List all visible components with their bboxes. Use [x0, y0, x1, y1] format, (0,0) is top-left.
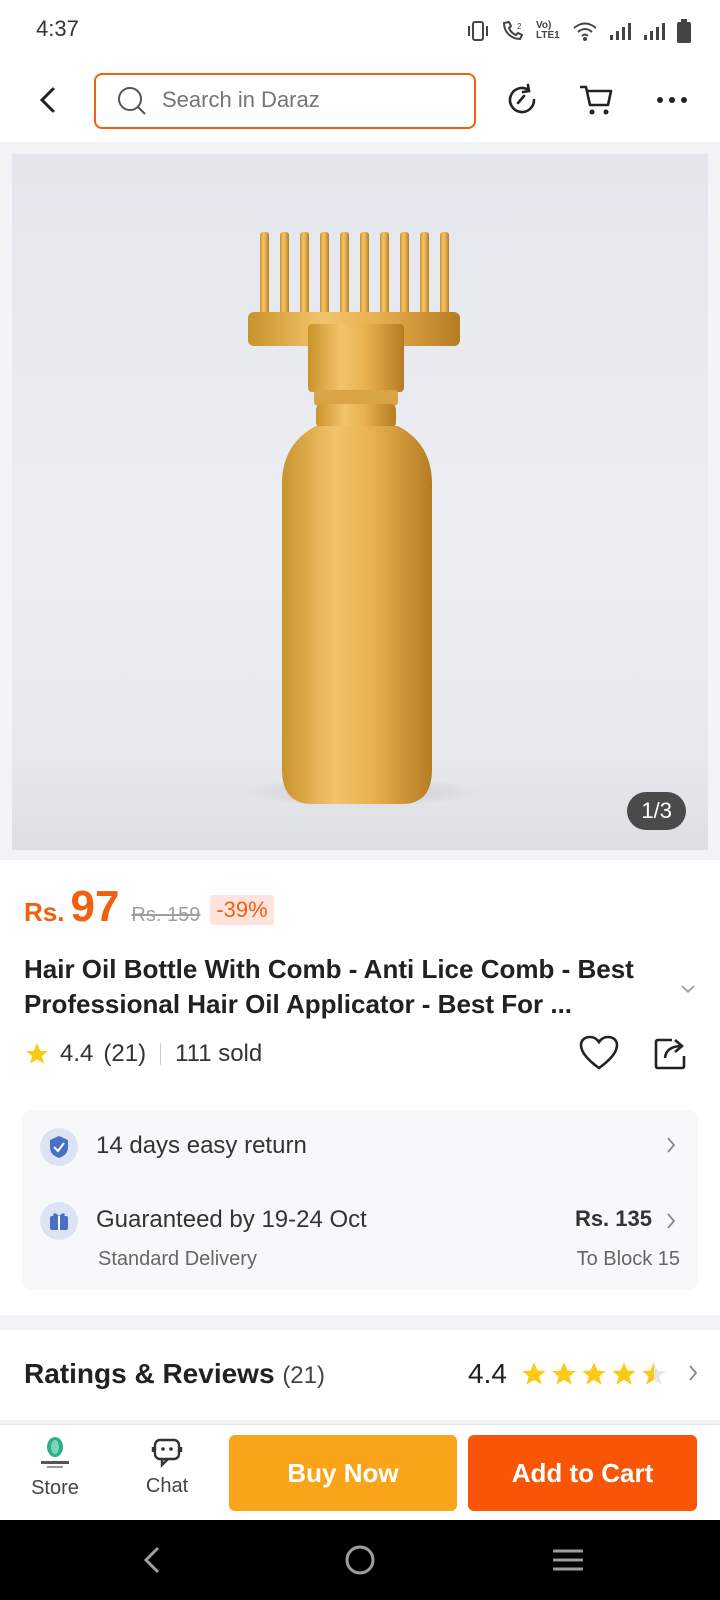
signal-icon — [610, 23, 631, 40]
history-button[interactable] — [502, 80, 542, 120]
system-nav-bar — [0, 1520, 720, 1600]
star-icon — [612, 1362, 636, 1385]
delivery-type: Standard Delivery — [98, 1248, 257, 1270]
nav-home-icon — [345, 1545, 375, 1575]
bottom-action-bar: Store Chat Buy Now Add to Cart — [0, 1424, 720, 1520]
battery-icon — [677, 19, 691, 43]
share-button[interactable] — [648, 1030, 694, 1076]
delivery-price: Rs. 135 — [574, 1206, 652, 1231]
chat-icon — [151, 1438, 183, 1468]
nav-home-button[interactable] — [338, 1538, 382, 1582]
more-icon — [657, 97, 687, 103]
product-image[interactable]: 1/3 — [12, 154, 708, 850]
reviews-title: Ratings & Reviews (21) — [24, 1358, 325, 1390]
star-icon — [26, 1043, 48, 1064]
chevron-right-icon — [666, 1210, 676, 1236]
price-currency: Rs. — [24, 897, 65, 927]
status-icons: 2 Vo) LTE1 — [466, 18, 692, 44]
status-bar: 4:37 2 Vo) LTE1 — [0, 0, 720, 62]
nav-back-icon — [143, 1546, 160, 1574]
reviews-stars — [520, 1360, 668, 1388]
expand-title-button[interactable] — [680, 978, 696, 999]
store-label: Store — [31, 1477, 79, 1499]
search-input[interactable] — [162, 87, 442, 113]
return-policy-label: 14 days easy return — [96, 1132, 307, 1159]
chevron-down-icon — [681, 985, 695, 994]
nav-back-button[interactable] — [130, 1538, 174, 1582]
signal-icon — [644, 23, 665, 40]
product-info-card: Rs. 97 Rs. 159 -39% Hair Oil Bottle With… — [0, 860, 720, 1315]
heart-icon — [579, 1035, 619, 1070]
search-box[interactable] — [94, 73, 476, 129]
top-bar — [0, 62, 720, 142]
service-box: 14 days easy return Guaranteed by 19-24 … — [22, 1110, 698, 1290]
star-icon — [552, 1362, 576, 1385]
chat-button[interactable]: Chat — [122, 1435, 212, 1511]
shield-icon — [40, 1128, 78, 1166]
cart-button[interactable] — [576, 80, 616, 120]
nav-recents-icon — [553, 1549, 583, 1571]
rating-count: (21) — [103, 1040, 147, 1067]
reviews-score: 4.4 — [468, 1358, 507, 1389]
rating-value: 4.4 — [60, 1040, 94, 1067]
return-policy-row[interactable]: 14 days easy return — [22, 1110, 698, 1184]
search-icon — [118, 87, 146, 115]
gift-box-icon — [40, 1202, 78, 1240]
nav-recents-button[interactable] — [546, 1538, 590, 1582]
rating-row[interactable]: 4.4 (21) 111 sold — [24, 1040, 262, 1068]
wishlist-button[interactable] — [576, 1030, 622, 1076]
sold-count: 111 sold — [175, 1040, 263, 1067]
ratings-reviews-section[interactable]: Ratings & Reviews (21) 4.4 — [0, 1330, 720, 1420]
star-icon — [522, 1362, 546, 1385]
reviews-count: (21) — [282, 1362, 325, 1389]
store-button[interactable]: Store — [10, 1435, 100, 1511]
price-row: Rs. 97 Rs. 159 -39% — [24, 882, 274, 932]
original-price: Rs. 159 — [131, 904, 201, 926]
wifi-icon — [573, 22, 597, 41]
image-counter: 1/3 — [627, 792, 686, 830]
volte-label: Vo) LTE1 — [536, 20, 560, 41]
star-icon — [582, 1362, 606, 1385]
half-star-icon — [642, 1362, 666, 1385]
svg-text:2: 2 — [517, 22, 522, 31]
price-value: 97 — [70, 882, 120, 931]
store-logo-icon — [35, 1435, 75, 1471]
delivery-row[interactable]: Guaranteed by 19-24 Oct Standard Deliver… — [22, 1186, 698, 1290]
call-icon: 2 — [502, 20, 524, 41]
back-icon — [39, 87, 55, 113]
add-to-cart-button[interactable]: Add to Cart — [468, 1435, 697, 1511]
discount-badge: -39% — [210, 895, 274, 925]
chevron-right-icon — [666, 1134, 676, 1160]
delivery-guarantee: Guaranteed by 19-24 Oct — [96, 1206, 367, 1233]
status-time: 4:37 — [36, 16, 79, 41]
buy-now-button[interactable]: Buy Now — [229, 1435, 457, 1511]
chevron-right-icon — [688, 1362, 698, 1388]
product-title[interactable]: Hair Oil Bottle With Comb - Anti Lice Co… — [24, 952, 674, 1022]
share-icon — [654, 1038, 686, 1070]
history-icon — [508, 83, 536, 114]
back-button[interactable] — [28, 80, 68, 120]
cart-icon — [580, 85, 613, 115]
delivery-destination: To Block 15 — [576, 1248, 680, 1270]
more-button[interactable] — [652, 80, 692, 120]
vibrate-icon — [468, 21, 488, 41]
chat-label: Chat — [145, 1475, 189, 1497]
divider — [160, 1043, 162, 1065]
reviews-title-text: Ratings & Reviews — [24, 1358, 275, 1389]
product-photo — [242, 232, 482, 806]
